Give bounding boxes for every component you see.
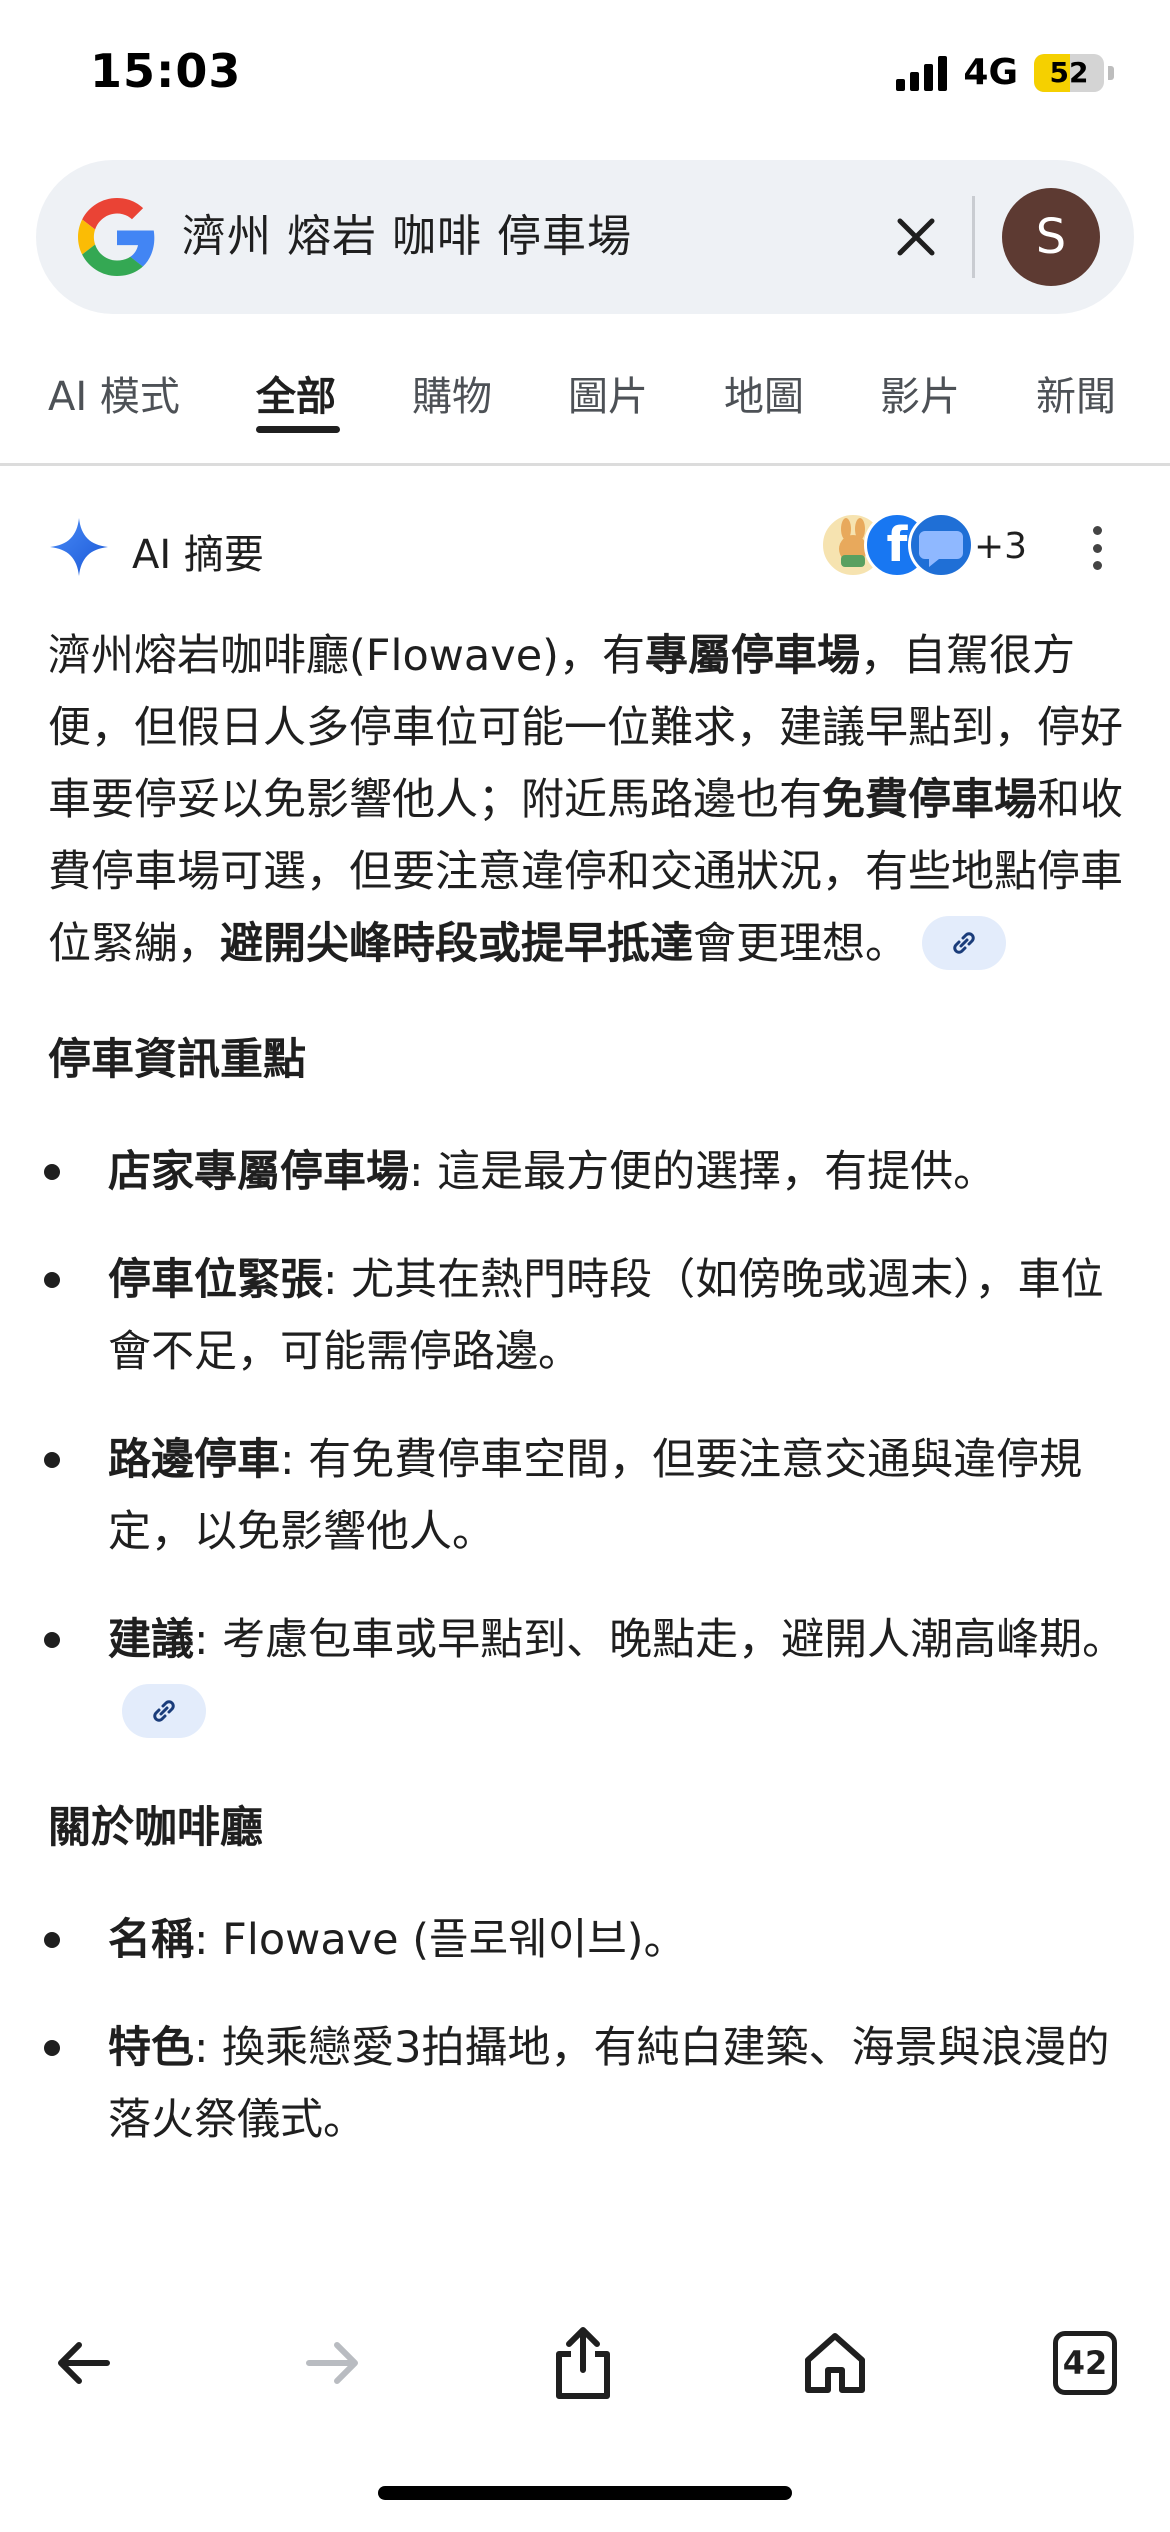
tabs-button[interactable]: 42 [1040,2318,1130,2408]
link-icon [953,931,975,954]
home-button[interactable] [790,2318,880,2408]
home-indicator [378,2486,792,2500]
list-item: 名稱: Flowave (플로웨이브)。 [44,1904,1128,1976]
tab-news[interactable]: 新聞 [1036,364,1116,422]
list-item: 路邊停車: 有免費停車空間，但要注意交通與違停規定，以免影響他人。 [44,1424,1128,1568]
source-link-chip[interactable] [122,1683,206,1738]
battery-level: 52 [1049,55,1089,89]
cafe-list: 名稱: Flowave (플로웨이브)。 特色: 換乘戀愛3拍攝地，有純白建築、… [44,1904,1128,2156]
back-button[interactable] [38,2318,128,2408]
source-icon-chat [908,512,974,578]
ai-overview-title: AI 摘要 [132,532,264,578]
share-icon [556,2327,610,2399]
ai-overview-body: 濟州熔岩咖啡廳(Flowave)，有專屬停車場，自駕很方便，但假日人多停車位可能… [44,620,1128,2192]
parking-list: 店家專屬停車場: 這是最方便的選擇，有提供。 停車位緊張: 尤其在熱門時段（如傍… [44,1136,1128,1748]
source-avatars[interactable]: f [820,512,980,582]
link-icon [153,1699,175,1722]
forward-button[interactable] [288,2318,378,2408]
battery-icon: 52 [1034,53,1104,92]
list-item: 店家專屬停車場: 這是最方便的選擇，有提供。 [44,1136,1128,1208]
content-fade [0,2210,1170,2290]
close-icon [897,218,935,256]
gemini-sparkle-icon [50,518,108,576]
tab-shopping[interactable]: 購物 [412,364,492,422]
browser-toolbar: 42 [0,2290,1170,2430]
search-tabs: AI 模式 全部 購物 圖片 地圖 影片 新聞 [0,340,1170,466]
network-type: 4G [963,52,1018,93]
active-tab-indicator [256,426,340,433]
list-item: 建議: 考慮包車或早點到、晚點走，避開人潮高峰期。 [44,1604,1128,1748]
arrow-right-icon [306,2342,358,2384]
clear-search-button[interactable] [876,197,956,277]
google-logo-icon [78,198,155,276]
ai-overview-header: AI 摘要 f +3 [48,508,1128,588]
battery-cap [1108,65,1114,80]
status-time: 15:03 [90,44,242,98]
status-indicators: 4G 52 [896,52,1114,93]
cafe-section-title: 關於咖啡廳 [48,1803,263,1853]
source-count[interactable]: +3 [974,526,1027,567]
tab-maps[interactable]: 地圖 [724,364,804,422]
ai-summary-paragraph: 濟州熔岩咖啡廳(Flowave)，有專屬停車場，自駕很方便，但假日人多停車位可能… [48,631,1123,970]
more-options-icon[interactable] [1082,518,1112,578]
cellular-signal-icon [896,55,948,91]
tab-videos[interactable]: 影片 [880,364,960,422]
status-bar: 15:03 4G 52 [0,0,1170,150]
tab-all[interactable]: 全部 [256,364,336,422]
share-button[interactable] [538,2318,628,2408]
list-item: 特色: 換乘戀愛3拍攝地，有純白建築、海景與浪漫的落火祭儀式。 [44,2012,1128,2156]
tab-count: 42 [1053,2331,1117,2395]
account-avatar[interactable]: S [1002,188,1100,286]
search-bar[interactable]: 濟州 熔岩 咖啡 停車場 S [36,160,1134,314]
search-input[interactable]: 濟州 熔岩 咖啡 停車場 [182,160,632,314]
list-item: 停車位緊張: 尤其在熱門時段（如傍晚或週末），車位會不足，可能需停路邊。 [44,1244,1128,1388]
parking-section-title: 停車資訊重點 [48,1035,306,1085]
tab-images[interactable]: 圖片 [568,364,648,422]
search-divider [972,196,975,278]
tab-ai-mode[interactable]: AI 模式 [48,364,180,422]
arrow-left-icon [58,2342,110,2384]
home-icon [805,2333,865,2393]
source-link-chip[interactable] [922,915,1006,970]
